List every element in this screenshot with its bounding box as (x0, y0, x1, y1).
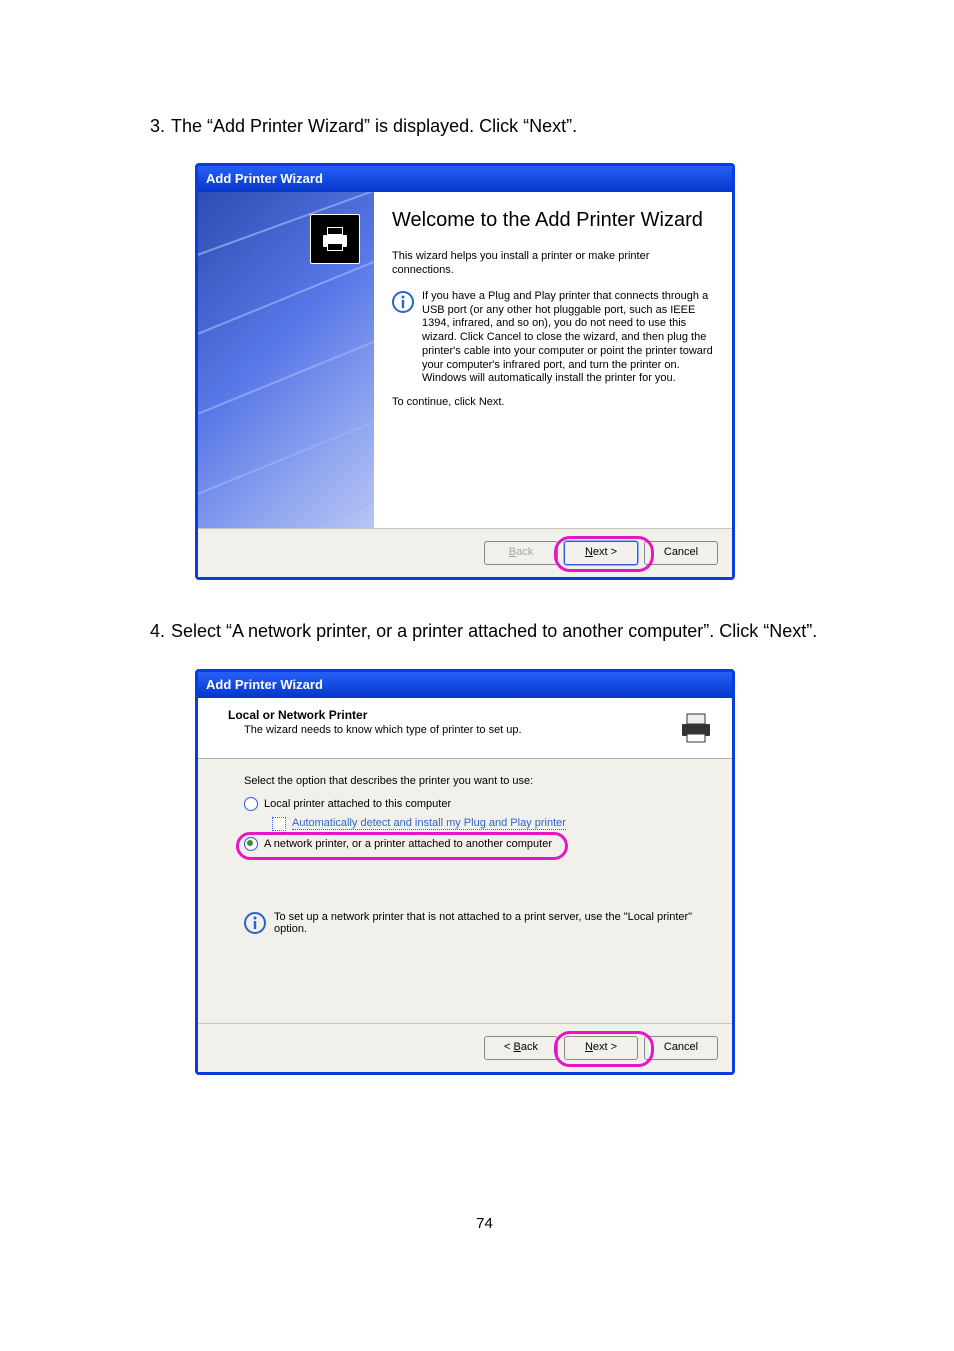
printer-icon (674, 708, 718, 748)
wizard1-sidebar-graphic (198, 192, 374, 528)
wizard2-buttons: < Back Next > Cancel (198, 1023, 732, 1072)
step-3-text: The “Add Printer Wizard” is displayed. C… (171, 110, 834, 143)
option-local-printer[interactable]: Local printer attached to this computer (244, 797, 702, 811)
wizard1-intro: This wizard helps you install a printer … (392, 250, 714, 278)
next-button[interactable]: Next > (564, 541, 638, 565)
info-icon (392, 291, 414, 313)
step-3-number: 3. (135, 110, 171, 143)
cancel-button[interactable]: Cancel (644, 541, 718, 565)
cancel-button[interactable]: Cancel (644, 1036, 718, 1060)
printer-icon (310, 214, 360, 264)
wizard-local-network: Add Printer Wizard Local or Network Prin… (195, 669, 735, 1075)
wizard2-prompt: Select the option that describes the pri… (244, 775, 702, 787)
wizard1-info-text: If you have a Plug and Play printer that… (422, 290, 714, 386)
page-number: 74 (135, 1215, 834, 1232)
back-button[interactable]: < Back (484, 1036, 558, 1060)
wizard-welcome: Add Printer Wizard (195, 163, 735, 580)
step-4-number: 4. (135, 615, 171, 648)
wizard2-titlebar: Add Printer Wizard (198, 672, 732, 698)
radio-icon (244, 837, 258, 851)
option-network-printer[interactable]: A network printer, or a printer attached… (244, 837, 702, 851)
wizard1-buttons: Back Next > Cancel (198, 528, 732, 577)
wizard2-header: Local or Network Printer (228, 708, 674, 722)
next-button[interactable]: Next > (564, 1036, 638, 1060)
wizard1-heading: Welcome to the Add Printer Wizard (392, 208, 714, 232)
back-button: Back (484, 541, 558, 565)
step-3: 3. The “Add Printer Wizard” is displayed… (135, 110, 834, 143)
wizard1-titlebar: Add Printer Wizard (198, 166, 732, 192)
option-auto-detect: Automatically detect and install my Plug… (272, 817, 702, 831)
wizard2-tip: To set up a network printer that is not … (274, 911, 702, 935)
checkbox-icon (272, 817, 286, 831)
radio-icon (244, 797, 258, 811)
wizard2-sub: The wizard needs to know which type of p… (228, 724, 674, 736)
info-icon (244, 912, 266, 934)
step-4: 4. Select “A network printer, or a print… (135, 615, 834, 648)
step-4-text: Select “A network printer, or a printer … (171, 615, 834, 648)
wizard1-continue: To continue, click Next. (392, 396, 714, 410)
